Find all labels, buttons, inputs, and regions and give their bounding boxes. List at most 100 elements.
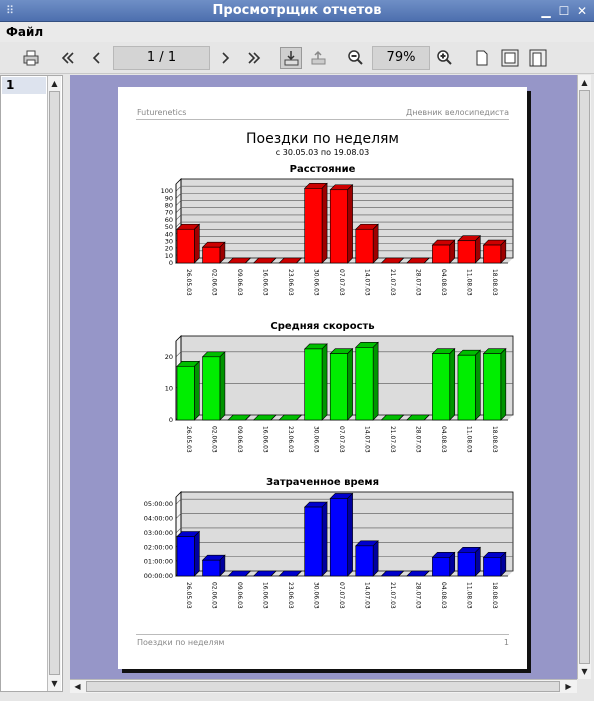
zoom-out-button[interactable] bbox=[345, 47, 367, 69]
pages-panel-scrollbar[interactable]: ▲ ▼ bbox=[47, 76, 61, 691]
bar-front bbox=[457, 551, 476, 577]
pages-panel: 1 ▲ ▼ bbox=[0, 75, 63, 692]
bar bbox=[355, 223, 379, 264]
upload-button[interactable] bbox=[308, 47, 330, 69]
close-icon[interactable]: ✕ bbox=[574, 3, 590, 19]
bar-front bbox=[483, 557, 502, 577]
bar-side bbox=[194, 360, 200, 421]
report-footer-left: Поездки по неделям bbox=[137, 638, 225, 647]
x-tick-label: 14.07.03 bbox=[364, 426, 371, 453]
print-icon bbox=[23, 50, 39, 66]
upload-icon bbox=[311, 50, 326, 65]
y-tick-label: 05:00:00 bbox=[144, 500, 173, 508]
viewport-vertical-scrollbar[interactable]: ▲ ▼ bbox=[577, 75, 591, 679]
window-title: Просмотрщик отчетов bbox=[212, 3, 382, 18]
fit-width-icon bbox=[529, 49, 547, 67]
bar bbox=[431, 347, 456, 421]
bar-side bbox=[372, 540, 379, 577]
page-list-item[interactable]: 1 bbox=[2, 77, 46, 94]
speed-chart: 0 10 20 26.05.03 02.06.03 09.06.03 16.06.03 23.… bbox=[165, 335, 514, 453]
bar-side bbox=[372, 341, 379, 421]
bar bbox=[457, 235, 482, 264]
scroll-left-icon[interactable]: ◀ bbox=[71, 680, 84, 693]
scroll-right-icon[interactable]: ▶ bbox=[562, 680, 575, 693]
last-page-button[interactable] bbox=[243, 47, 265, 69]
export-icon bbox=[284, 51, 299, 66]
y-tick-label: 01:00:00 bbox=[144, 558, 173, 566]
report-footer-right: 1 bbox=[503, 638, 509, 647]
chart-title-time: Затраченное время bbox=[265, 477, 380, 488]
x-tick-label: 28.07.03 bbox=[415, 582, 422, 609]
bar-side bbox=[500, 347, 507, 421]
x-tick-label: 23.06.03 bbox=[287, 269, 294, 296]
y-tick-label: 00:00:00 bbox=[144, 572, 173, 580]
x-tick-label: 07.07.03 bbox=[338, 582, 345, 609]
scroll-thumb[interactable] bbox=[86, 681, 560, 692]
y-tick-label: 40 bbox=[165, 230, 173, 238]
header-divider bbox=[136, 119, 509, 120]
bar bbox=[201, 241, 226, 264]
prev-page-button[interactable] bbox=[86, 47, 108, 69]
y-tick-label: 02:00:00 bbox=[144, 543, 173, 551]
print-button[interactable] bbox=[20, 47, 42, 69]
first-page-button[interactable] bbox=[57, 47, 79, 69]
x-tick-label: 02.06.03 bbox=[210, 269, 217, 296]
bar-front bbox=[176, 365, 195, 421]
page-icon bbox=[476, 50, 488, 66]
y-tick-label: 0 bbox=[169, 259, 173, 267]
maximize-icon[interactable]: ☐ bbox=[556, 3, 572, 19]
x-tick-label: 28.07.03 bbox=[415, 269, 422, 296]
next-page-button[interactable] bbox=[214, 47, 236, 69]
minimize-icon[interactable]: ▁ bbox=[538, 3, 554, 19]
scroll-thumb[interactable] bbox=[49, 91, 60, 675]
export-button[interactable] bbox=[280, 47, 302, 69]
x-tick-label: 09.06.03 bbox=[236, 582, 243, 609]
bar-front bbox=[329, 189, 348, 264]
x-tick-label: 07.07.03 bbox=[338, 426, 345, 453]
x-tick-label: 26.05.03 bbox=[185, 582, 192, 609]
page-number-field[interactable]: 1 / 1 bbox=[113, 46, 210, 70]
x-tick-label: 04.08.03 bbox=[440, 269, 447, 296]
bar-front bbox=[304, 506, 323, 577]
bar-side bbox=[219, 351, 226, 421]
x-tick-label: 14.07.03 bbox=[364, 582, 371, 609]
y-tick-label: 70 bbox=[165, 209, 173, 217]
bar-front bbox=[483, 353, 502, 421]
bar-front bbox=[202, 356, 221, 421]
scroll-up-icon[interactable]: ▲ bbox=[578, 76, 591, 89]
bar-front bbox=[202, 559, 221, 577]
fit-width-button[interactable] bbox=[527, 47, 549, 69]
fit-page-button[interactable] bbox=[499, 47, 521, 69]
first-page-icon bbox=[61, 52, 74, 64]
bar bbox=[176, 360, 201, 421]
bar bbox=[329, 492, 354, 577]
scroll-thumb[interactable] bbox=[579, 90, 590, 664]
report-header-right: Дневник велосипедиста bbox=[405, 108, 509, 117]
prev-page-icon bbox=[92, 52, 100, 64]
x-tick-label: 02.06.03 bbox=[210, 582, 217, 609]
zoom-in-button[interactable] bbox=[434, 47, 456, 69]
x-tick-label: 28.07.03 bbox=[415, 426, 422, 453]
bar-front bbox=[304, 348, 323, 421]
scroll-up-icon[interactable]: ▲ bbox=[48, 77, 61, 90]
viewport-horizontal-scrollbar[interactable]: ◀ ▶ bbox=[70, 679, 577, 693]
scroll-down-icon[interactable]: ▼ bbox=[578, 665, 591, 678]
zoom-out-icon bbox=[348, 50, 363, 65]
footer-divider bbox=[136, 634, 509, 635]
zoom-field[interactable]: 79% bbox=[372, 46, 430, 70]
x-tick-label: 21.07.03 bbox=[389, 269, 396, 296]
menu-file[interactable]: Файл bbox=[6, 25, 43, 39]
bar bbox=[457, 349, 482, 421]
bar-front bbox=[329, 498, 348, 577]
chart-title-distance: Расстояние bbox=[289, 164, 356, 175]
toolbar: 1 / 1 79% bbox=[0, 42, 594, 74]
bar bbox=[201, 554, 226, 577]
x-tick-label: 11.08.03 bbox=[466, 269, 473, 296]
title-bar: ⠿ Просмотрщик отчетов ▁ ☐ ✕ bbox=[0, 0, 594, 22]
actual-size-button[interactable] bbox=[471, 47, 493, 69]
scroll-down-icon[interactable]: ▼ bbox=[48, 677, 61, 690]
bar-side bbox=[474, 546, 481, 577]
y-tick-label: 10 bbox=[165, 252, 173, 260]
bar-front bbox=[432, 244, 451, 264]
bar bbox=[176, 530, 201, 577]
